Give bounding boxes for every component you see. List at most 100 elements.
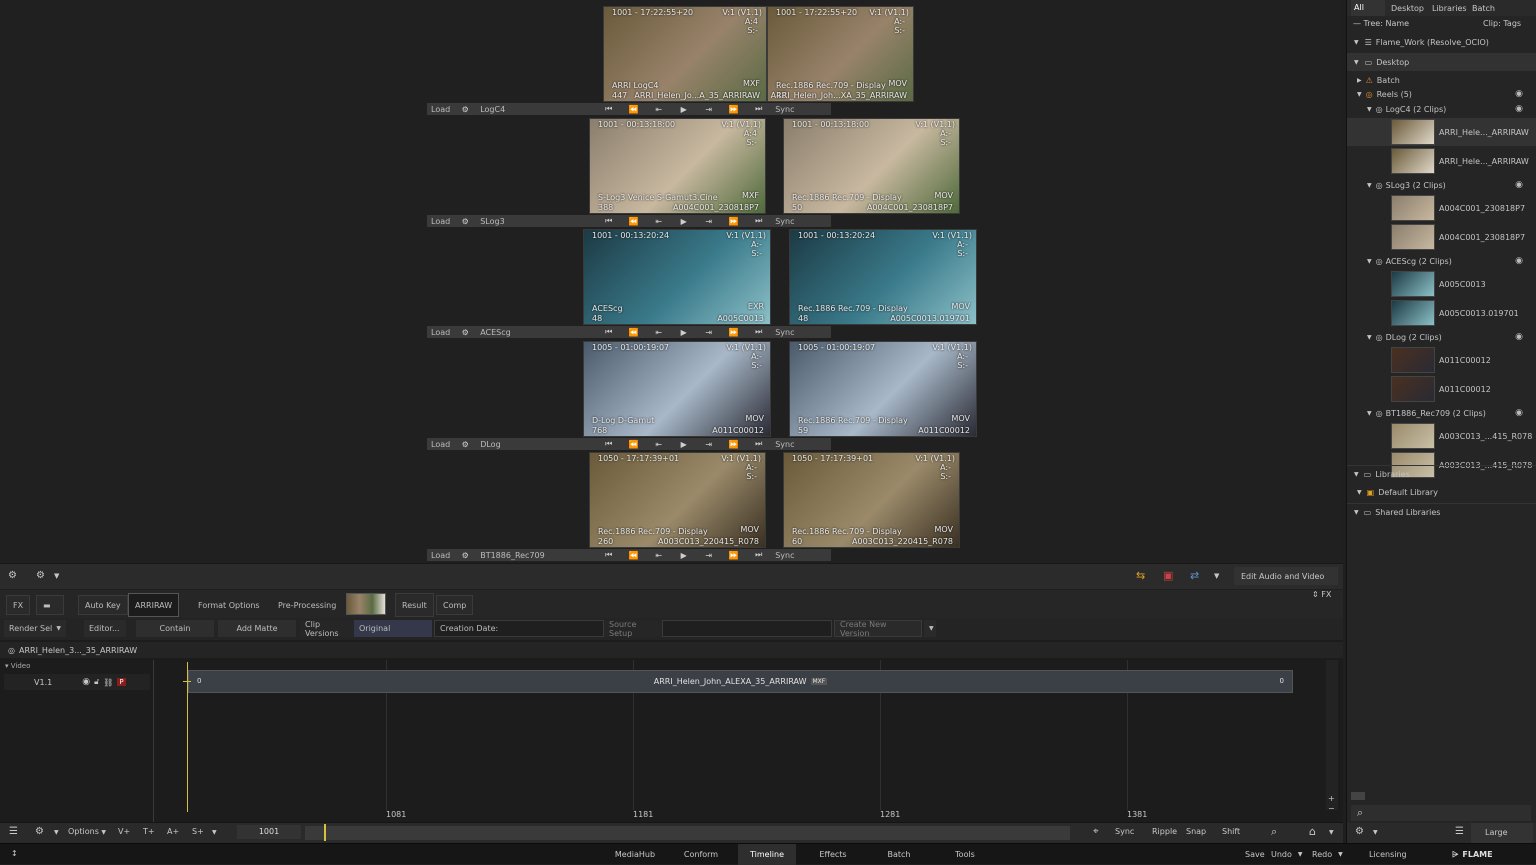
clip-player-right[interactable]: 1005 - 01:00:19:07 V:1 (V1.1) A:- S:- MOV Rec… <box>789 341 977 437</box>
clip-versions-select[interactable]: Original <box>354 620 432 637</box>
options-button[interactable]: Options ▼ <box>68 827 106 836</box>
format-options-tab[interactable]: Format Options <box>192 595 266 615</box>
skip-end-icon[interactable]: ⏭ <box>746 439 771 449</box>
eye-icon[interactable]: ◉ <box>1515 104 1523 114</box>
route-icon[interactable]: ⇄ <box>1190 569 1199 582</box>
menu-tools[interactable]: Tools <box>942 844 988 865</box>
eye-icon[interactable]: ◉ <box>82 677 90 687</box>
sequence-icon[interactable]: ▬ <box>36 595 64 615</box>
clip-player-right[interactable]: 1050 - 17:17:39+01 V:1 (V1.1) A:- S:- MOV Rec… <box>783 452 960 548</box>
gear-icon[interactable]: ⚙ <box>35 826 44 837</box>
step-forward-icon[interactable]: ⇥ <box>696 551 721 560</box>
timeline-vscroll[interactable]: + − <box>1326 660 1338 813</box>
menu-mediahub[interactable]: MediaHub <box>610 844 660 865</box>
libraries-row[interactable]: ▼ ▭ Libraries <box>1347 465 1536 483</box>
load-button[interactable]: Load <box>427 105 454 114</box>
reel-group-row[interactable]: ▼ ◎ DLog (2 Clips) ◉ <box>1347 328 1536 346</box>
gear-icon[interactable]: ⚙ <box>36 570 45 581</box>
creation-date-field[interactable]: Creation Date: <box>434 620 604 637</box>
clip-player-right[interactable]: 1001 - 00:13:20:24 V:1 (V1.1) A:- S:- MOV Rec… <box>789 229 977 325</box>
snap-button[interactable]: Snap <box>1186 827 1206 836</box>
load-button[interactable]: Load <box>427 551 454 560</box>
menu-batch[interactable]: Batch <box>876 844 922 865</box>
colorspace-icon[interactable]: ⚙ <box>454 328 476 337</box>
scrub-playhead[interactable] <box>324 824 326 841</box>
tab-desktop[interactable]: Desktop <box>1391 4 1424 13</box>
track-header[interactable]: V1.1 ◉ 🔓︎ ⛓︎ P <box>4 674 150 690</box>
colorspace-icon[interactable]: ⚙ <box>454 440 476 449</box>
step-forward-icon[interactable]: ⇥ <box>696 440 721 449</box>
sync-button[interactable]: Sync <box>771 105 798 114</box>
result-tab[interactable]: Result <box>395 593 434 617</box>
menu-conform[interactable]: Conform <box>678 844 724 865</box>
reel-group-row[interactable]: ▼ ◎ LogC4 (2 Clips) ◉ <box>1347 100 1536 118</box>
eye-icon[interactable]: ◉ <box>1515 332 1523 342</box>
ripple-button[interactable]: Ripple <box>1152 827 1177 836</box>
clip-player-right[interactable]: 1001 - 17:22:55+20 V:1 (V1.1) A:- S:- MOV Rec… <box>767 6 914 102</box>
fx-toggle[interactable]: ⇕ FX <box>1312 590 1331 599</box>
priority-flag[interactable]: P <box>117 678 126 686</box>
undo-button[interactable]: Undo ▼ <box>1271 844 1303 865</box>
scrub-bar[interactable] <box>305 826 1070 840</box>
thumbnail-size-select[interactable]: Large <box>1471 823 1533 843</box>
video-label[interactable]: ▾ Video <box>5 662 30 670</box>
reel-group-row[interactable]: ▼ ◎ BT1886_Rec709 (2 Clips) ◉ <box>1347 404 1536 422</box>
chevron-down-icon[interactable]: ▼ <box>1329 829 1334 836</box>
shared-libraries-row[interactable]: ▼ ▭ Shared Libraries <box>1347 503 1536 521</box>
chevron-down-icon[interactable]: ▼ <box>54 829 59 836</box>
eye-icon[interactable]: ◉ <box>1515 408 1523 418</box>
contain-button[interactable]: Contain <box>136 620 214 637</box>
load-button[interactable]: Load <box>427 328 454 337</box>
link-icon[interactable]: ⛓︎ <box>103 678 113 687</box>
tab-libraries[interactable]: Libraries <box>1432 4 1467 13</box>
viewer-settings-icon[interactable]: ⚙ <box>8 570 17 581</box>
playhead[interactable] <box>187 662 188 812</box>
fast-forward-icon[interactable]: ⏩ <box>721 551 746 560</box>
colorspace-icon[interactable]: ⚙ <box>454 551 476 560</box>
licensing-button[interactable]: Licensing <box>1369 844 1407 865</box>
sync-button[interactable]: Sync <box>771 440 798 449</box>
skip-start-icon[interactable]: ⏮ <box>596 216 621 226</box>
add-matte-button[interactable]: Add Matte <box>218 620 296 637</box>
step-back-icon[interactable]: ⇤ <box>646 440 671 449</box>
tab-all[interactable]: All <box>1351 0 1385 16</box>
skip-start-icon[interactable]: ⏮ <box>596 327 621 337</box>
chevron-down-icon[interactable]: ▼ <box>54 572 59 580</box>
home-icon[interactable]: ⌂ <box>1309 825 1316 838</box>
shift-button[interactable]: Shift <box>1222 827 1240 836</box>
search-icon[interactable]: ⌕ <box>1271 825 1277 839</box>
menu-effects[interactable]: Effects <box>810 844 856 865</box>
add-video-button[interactable]: V+ <box>118 827 130 836</box>
scroll-handle[interactable] <box>1351 792 1365 800</box>
play-icon[interactable]: ▶ <box>671 105 696 114</box>
clip-player-right[interactable]: 1001 - 00:13:18:00 V:1 (V1.1) A:- S:- MOV Rec… <box>783 118 960 214</box>
tree-sort[interactable]: — Tree: Name <box>1353 19 1409 28</box>
clip-row[interactable]: A004C001_230818P7 <box>1347 223 1536 251</box>
step-back-icon[interactable]: ⇤ <box>646 551 671 560</box>
colorspace-icon[interactable]: ⚙ <box>454 105 476 114</box>
lock-icon[interactable]: 🔓︎ <box>94 677 99 687</box>
edit-audio-video-button[interactable]: Edit Audio and Video <box>1234 567 1338 585</box>
menu-timeline[interactable]: Timeline <box>738 844 796 865</box>
step-back-icon[interactable]: ⇤ <box>646 105 671 114</box>
clip-player-left[interactable]: 1001 - 00:13:20:24 V:1 (V1.1) A:- S:- EXR ACE… <box>583 229 771 325</box>
eye-icon[interactable]: ◉ <box>1515 89 1523 99</box>
eye-icon[interactable]: ◉ <box>1515 256 1523 266</box>
arriraw-tab[interactable]: ARRIRAW <box>128 593 180 617</box>
desktop-row[interactable]: ▼ ▭ Desktop <box>1347 53 1536 71</box>
colorspace-icon[interactable]: ⚙ <box>454 217 476 226</box>
clip-row[interactable]: ARRI_Hele..._ARRIRAW <box>1347 147 1536 175</box>
chevron-down-icon[interactable]: ▼ <box>212 829 217 836</box>
swap-icon[interactable]: ⇆ <box>1136 569 1145 582</box>
rewind-icon[interactable]: ⏪ <box>621 328 646 337</box>
clip-row[interactable]: A011C00012 <box>1347 375 1536 403</box>
chevron-down-icon[interactable]: ▼ <box>1214 572 1219 580</box>
crosshair-icon[interactable]: ⌖ <box>1093 826 1099 837</box>
sync-button[interactable]: Sync <box>1115 827 1134 836</box>
rewind-icon[interactable]: ⏪ <box>621 217 646 226</box>
sync-button[interactable]: Sync <box>771 328 798 337</box>
fast-forward-icon[interactable]: ⏩ <box>721 440 746 449</box>
skip-end-icon[interactable]: ⏭ <box>746 216 771 226</box>
layout-icon[interactable]: ☰ <box>9 826 18 837</box>
step-back-icon[interactable]: ⇤ <box>646 328 671 337</box>
